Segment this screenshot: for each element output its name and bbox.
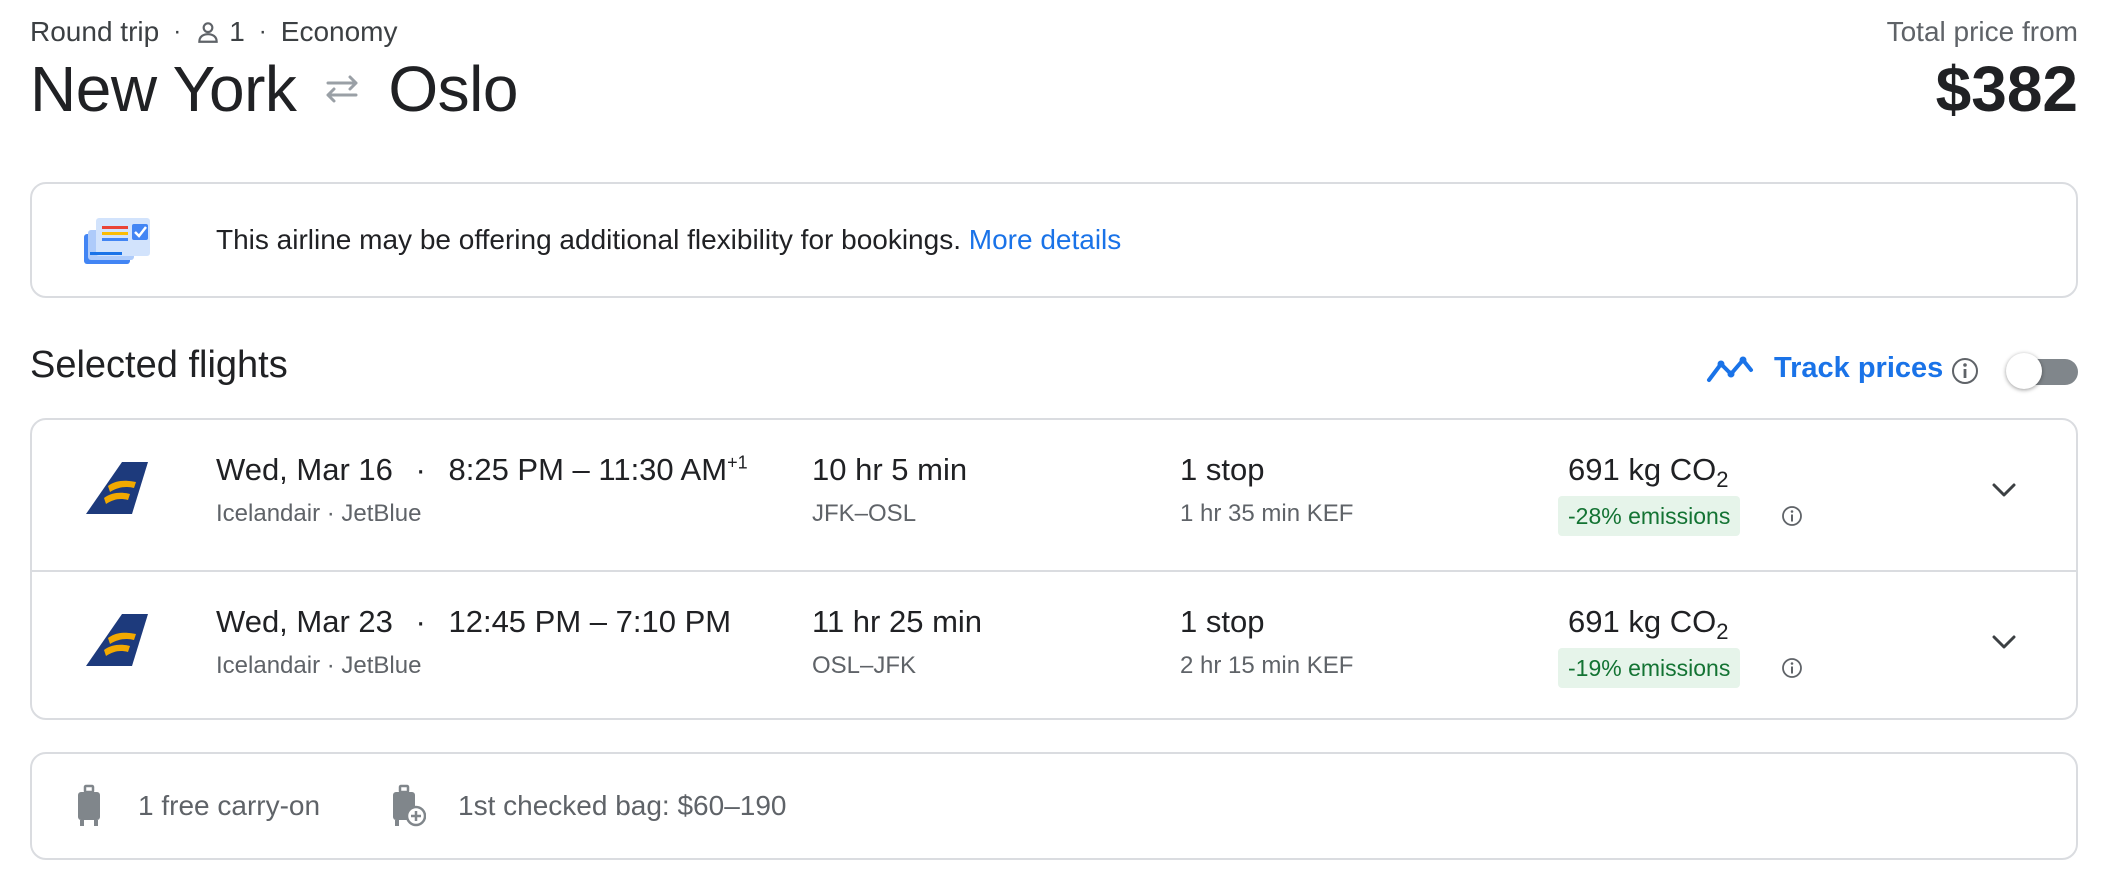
checked-bag-text: 1st checked bag: $60–190: [458, 790, 787, 821]
passenger-count[interactable]: 1: [229, 16, 245, 48]
info-icon[interactable]: [1780, 656, 1804, 680]
track-prices-toggle[interactable]: [2006, 353, 2078, 389]
info-icon[interactable]: [1950, 356, 1980, 386]
cabin-class[interactable]: Economy: [281, 16, 398, 48]
flight-duration: 11 hr 25 min: [812, 604, 983, 639]
layover-info: 1 hr 35 min KEF: [1180, 500, 1354, 527]
flight-row[interactable]: Wed, Mar 16 · 8:25 PM – 11:30 AM+1 Icela…: [32, 420, 2076, 570]
day-offset: +1: [727, 452, 748, 473]
trip-type[interactable]: Round trip: [30, 16, 159, 48]
co2-subscript: 2: [1716, 467, 1729, 493]
destination-city: Oslo: [388, 53, 518, 125]
co2-subscript: 2: [1716, 619, 1729, 645]
flight-times: Wed, Mar 16 · 8:25 PM – 11:30 AM+1: [216, 452, 748, 488]
flexible-booking-icon: [84, 218, 150, 264]
carry-on-text: 1 free carry-on: [138, 790, 321, 821]
chevron-down-icon[interactable]: [1986, 472, 2022, 508]
co2-value: 691 kg CO2: [1568, 452, 1728, 491]
chevron-down-icon[interactable]: [1986, 624, 2022, 660]
track-prices-label[interactable]: Track prices: [1774, 352, 1943, 385]
separator-dot: ·: [173, 18, 182, 45]
airline-names: Icelandair · JetBlue: [216, 500, 422, 527]
flight-times: Wed, Mar 23 · 12:45 PM – 7:10 PM: [216, 604, 731, 640]
person-icon: [198, 22, 218, 43]
checked-bag-icon: [393, 784, 426, 827]
selected-flights-list: Wed, Mar 16 · 8:25 PM – 11:30 AM+1 Icela…: [30, 418, 2078, 720]
flight-row[interactable]: Wed, Mar 23 · 12:45 PM – 7:10 PM Iceland…: [32, 572, 2076, 722]
route-title: New York Oslo: [30, 52, 518, 126]
notice-message: This airline may be offering additional …: [216, 224, 1121, 256]
flexibility-notice: This airline may be offering additional …: [30, 182, 2078, 298]
separator-dot: ·: [415, 604, 426, 639]
stop-count: 1 stop: [1180, 604, 1265, 639]
flight-date: Wed, Mar 16: [216, 452, 393, 487]
flight-time-range: 12:45 PM – 7:10 PM: [448, 604, 732, 639]
flight-date: Wed, Mar 23: [216, 604, 393, 639]
toggle-knob: [2006, 353, 2042, 389]
icelandair-logo: [86, 614, 148, 666]
flight-time-range: 8:25 PM – 11:30 AM: [448, 452, 728, 487]
total-price: $382: [1935, 53, 2078, 125]
separator-dot: ·: [258, 18, 267, 45]
layover-info: 2 hr 15 min KEF: [1180, 652, 1354, 679]
airline-names: Icelandair · JetBlue: [216, 652, 422, 679]
flight-airports: OSL–JFK: [812, 652, 917, 679]
more-details-link[interactable]: More details: [969, 224, 1122, 255]
section-title: Selected flights: [30, 344, 288, 386]
co2-value: 691 kg CO2: [1568, 604, 1728, 643]
stop-count: 1 stop: [1180, 452, 1265, 487]
separator-dot: ·: [415, 452, 426, 487]
co2-amount: 691 kg CO: [1568, 452, 1717, 487]
price-label: Total price from: [1886, 16, 2078, 47]
co2-amount: 691 kg CO: [1568, 604, 1717, 639]
baggage-info: 1 free carry-on 1st checked bag: $60–190: [30, 752, 2078, 860]
trip-meta: Round trip · 1 · Economy: [30, 16, 397, 48]
info-icon[interactable]: [1780, 504, 1804, 528]
origin-city: New York: [30, 53, 297, 125]
carry-on-bag-icon: [78, 784, 100, 826]
flight-duration: 10 hr 5 min: [812, 452, 968, 487]
trend-line-icon[interactable]: [1706, 354, 1754, 384]
emissions-badge: -28% emissions: [1558, 496, 1741, 536]
emissions-badge: -19% emissions: [1558, 648, 1741, 688]
notice-text: This airline may be offering additional …: [216, 224, 961, 255]
icelandair-logo: [86, 462, 148, 514]
flight-airports: JFK–OSL: [812, 500, 917, 527]
round-trip-arrows-icon: [326, 75, 358, 103]
